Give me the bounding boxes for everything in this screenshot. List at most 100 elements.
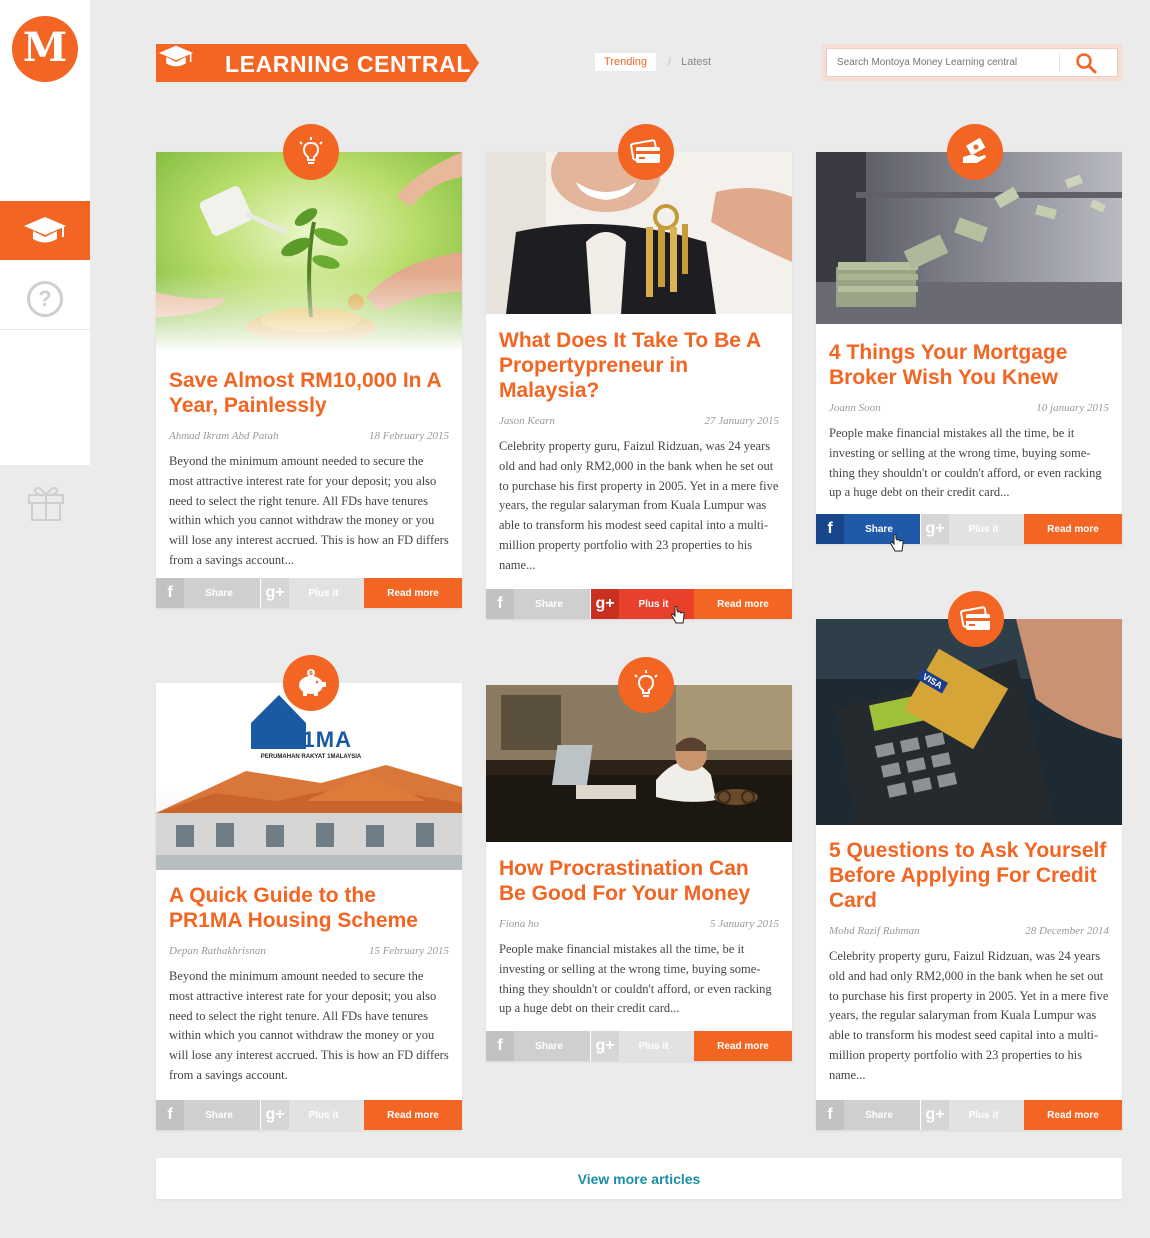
article-title[interactable]: A Quick Guide to the PR1MA Housing Schem… <box>156 883 462 933</box>
article-actions: f Share g+ Plus it Read more <box>816 1100 1122 1130</box>
article-actions: f Share g+ Plus it Read more <box>816 514 1122 544</box>
money-hand-icon <box>947 124 1003 180</box>
article-title[interactable]: Save Almost RM10,000 In A Year, Painless… <box>156 368 462 418</box>
article-title[interactable]: How Procrastination Can Be Good For Your… <box>486 856 792 906</box>
article-date: 18 February 2015 <box>368 430 449 442</box>
plus-label: Plus it <box>308 1109 339 1121</box>
facebook-icon: f <box>156 1100 184 1130</box>
gift-icon <box>28 486 64 521</box>
article-card: What Does It Take To Be A Propertypreneu… <box>486 152 792 619</box>
google-plus-icon: g+ <box>261 1100 289 1130</box>
sort-tabs: Trending / Latest <box>595 52 711 72</box>
article-date: 5 January 2015 <box>709 918 779 930</box>
share-button[interactable]: f Share <box>816 1100 920 1130</box>
article-author: Ahmad Ikram Abd Patah <box>169 430 279 442</box>
google-plus-icon: g+ <box>591 589 619 619</box>
share-button[interactable]: f Share <box>486 1031 590 1061</box>
article-content: 5 Questions to Ask Yourself Before Apply… <box>816 825 1122 1086</box>
article-meta: Depan Rathakhrisnan 15 February 2015 <box>156 945 462 957</box>
article-author: Mohd Razif Rahman <box>829 925 920 937</box>
plus-label: Plus it <box>638 1040 669 1052</box>
read-more-button[interactable]: Read more <box>694 589 792 619</box>
read-more-button[interactable]: Read more <box>364 578 462 608</box>
article-meta: Mohd Razif Rahman 28 December 2014 <box>816 925 1122 937</box>
share-button[interactable]: f Share <box>486 589 590 619</box>
page-title-banner: LEARNING CENTRAL <box>156 44 479 82</box>
google-plus-icon: g+ <box>921 514 949 544</box>
article-card: VISA 5 Questions to Ask Yourself Before … <box>816 619 1122 1130</box>
google-plus-icon: g+ <box>921 1100 949 1130</box>
article-date: 10 january 2015 <box>1036 402 1109 414</box>
share-label: Share <box>535 1040 563 1052</box>
article-author: Jason Kearn <box>499 415 555 427</box>
article-excerpt: People make financial mistakes all the t… <box>829 426 1102 500</box>
plus-button[interactable]: g+ Plus it <box>920 1100 1024 1130</box>
credit-card-icon <box>618 124 674 180</box>
search-divider <box>1059 53 1060 72</box>
article-actions: f Share g+ Plus it Read more <box>486 589 792 619</box>
article-date: 15 February 2015 <box>368 945 449 957</box>
article-date: 27 January 2015 <box>704 415 779 427</box>
share-button[interactable]: f Share <box>156 1100 260 1130</box>
search-input[interactable] <box>837 49 1057 76</box>
brand-logo[interactable]: M <box>12 16 78 82</box>
plus-button[interactable]: g+ Plus it <box>590 1031 694 1061</box>
read-more-button[interactable]: Read more <box>1024 1100 1122 1130</box>
article-author: Depan Rathakhrisnan <box>169 945 266 957</box>
article-card: PR1MA PERUMAHAN RAKYAT 1MALAYSIA A Quick… <box>156 683 462 1130</box>
article-actions: f Share g+ Plus it Read more <box>156 578 462 608</box>
plus-button[interactable]: g+ Plus it <box>260 1100 364 1130</box>
read-more-button[interactable]: Read more <box>364 1100 462 1130</box>
article-excerpt: Celebrity property guru, Faizul Ridzuan,… <box>829 949 1109 1082</box>
article-card: 4 Things Your Mortgage Broker Wish You K… <box>816 152 1122 544</box>
article-title[interactable]: 5 Questions to Ask Yourself Before Apply… <box>816 838 1122 913</box>
article-title[interactable]: 4 Things Your Mortgage Broker Wish You K… <box>816 340 1122 390</box>
search-icon[interactable] <box>1075 52 1097 74</box>
plus-button[interactable]: g+ Plus it <box>920 514 1024 544</box>
article-meta: Joann Soon 10 january 2015 <box>816 402 1122 414</box>
article-date: 28 December 2014 <box>1025 925 1109 937</box>
lightbulb-icon <box>283 124 339 180</box>
article-image[interactable] <box>156 152 462 352</box>
sidebar-item-learning[interactable] <box>0 201 90 260</box>
plus-label: Plus it <box>968 1109 999 1121</box>
read-more-button[interactable]: Read more <box>1024 514 1122 544</box>
read-more-button[interactable]: Read more <box>694 1031 792 1061</box>
plus-label: Plus it <box>968 523 999 535</box>
article-excerpt: Beyond the minimum amount needed to secu… <box>169 969 449 1082</box>
facebook-icon: f <box>816 1100 844 1130</box>
article-author: Fiona ho <box>499 918 540 930</box>
hand-cursor-icon <box>890 534 904 552</box>
article-image[interactable]: PR1MA PERUMAHAN RAKYAT 1MALAYSIA <box>156 683 462 870</box>
facebook-icon: f <box>486 589 514 619</box>
prima-logo-subtext: PERUMAHAN RAKYAT 1MALAYSIA <box>260 754 362 760</box>
view-more-button[interactable]: View more articles <box>156 1158 1122 1199</box>
share-button[interactable]: f Share <box>156 578 260 608</box>
graduation-cap-icon <box>158 45 194 67</box>
graduation-cap-icon <box>24 216 66 242</box>
article-excerpt: Beyond the minimum amount needed to secu… <box>169 454 449 567</box>
sidebar-item-rewards[interactable] <box>26 482 66 522</box>
share-label: Share <box>865 523 893 535</box>
lightbulb-icon <box>618 657 674 713</box>
share-label: Share <box>205 1109 233 1121</box>
plus-label: Plus it <box>308 587 339 599</box>
article-excerpt: Celebrity property guru, Faizul Ridzuan,… <box>499 439 779 572</box>
plus-button[interactable]: g+ Plus it <box>260 578 364 608</box>
facebook-icon: f <box>486 1031 514 1061</box>
article-content: 4 Things Your Mortgage Broker Wish You K… <box>816 324 1122 503</box>
tab-latest[interactable]: Latest <box>681 56 711 68</box>
sidebar-item-help[interactable]: ? <box>0 268 90 330</box>
google-plus-icon: g+ <box>261 578 289 608</box>
article-image[interactable]: VISA <box>816 619 1122 825</box>
google-plus-icon: g+ <box>591 1031 619 1061</box>
prima-logo: PR1MA PERUMAHAN RAKYAT 1MALAYSIA <box>254 727 368 760</box>
hand-cursor-icon <box>671 606 685 624</box>
article-title[interactable]: What Does It Take To Be A Propertypreneu… <box>486 328 792 403</box>
question-icon: ? <box>27 280 63 317</box>
search-box <box>826 48 1118 77</box>
article-meta: Jason Kearn 27 January 2015 <box>486 415 792 427</box>
credit-card-icon <box>948 591 1004 647</box>
article-actions: f Share g+ Plus it Read more <box>156 1100 462 1130</box>
tab-trending[interactable]: Trending <box>595 53 657 71</box>
